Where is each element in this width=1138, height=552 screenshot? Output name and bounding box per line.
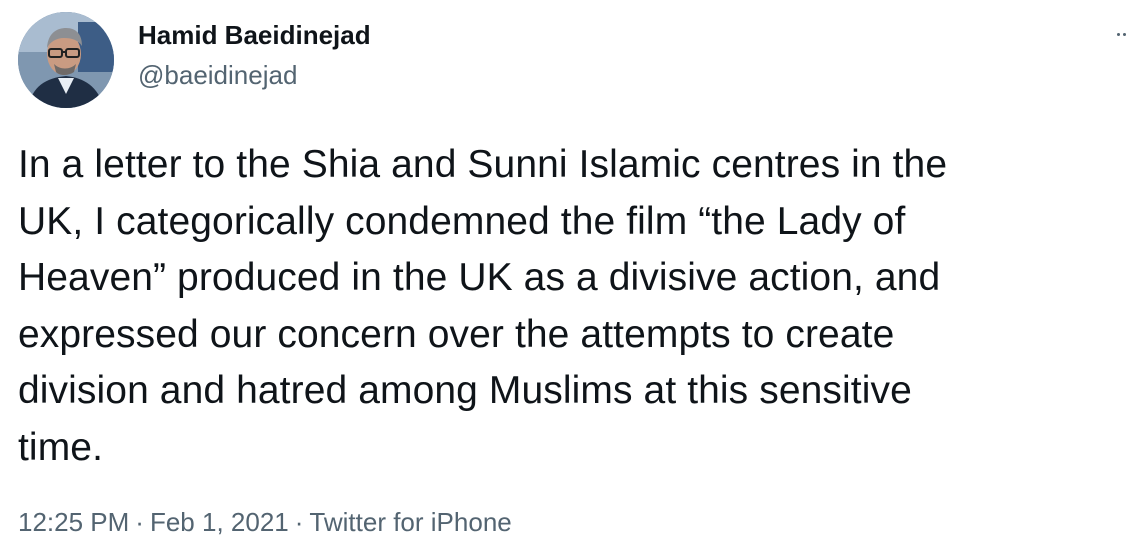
tweet-text: In a letter to the Shia and Sunni Islami… xyxy=(18,143,948,469)
more-icon[interactable] xyxy=(1108,24,1134,44)
more-dot xyxy=(1122,32,1126,36)
meta-separator: · xyxy=(294,507,304,537)
profile-photo-icon xyxy=(18,12,114,108)
display-name[interactable]: Hamid Baeidinejad xyxy=(138,18,371,52)
avatar[interactable] xyxy=(18,12,114,108)
tweet-card: Hamid Baeidinejad @baeidinejad In a lett… xyxy=(0,0,1138,552)
meta-separator: · xyxy=(135,507,144,537)
more-dot xyxy=(1116,32,1120,36)
tweet-source: Twitter for iPhone xyxy=(309,507,512,537)
tweet-time[interactable]: 12:25 PM xyxy=(18,507,129,537)
tweet-date[interactable]: Feb 1, 2021 xyxy=(150,507,289,537)
user-handle[interactable]: @baeidinejad xyxy=(138,58,297,92)
tweet-meta: 12:25 PM · Feb 1, 2021 · Twitter for iPhone xyxy=(18,505,512,539)
